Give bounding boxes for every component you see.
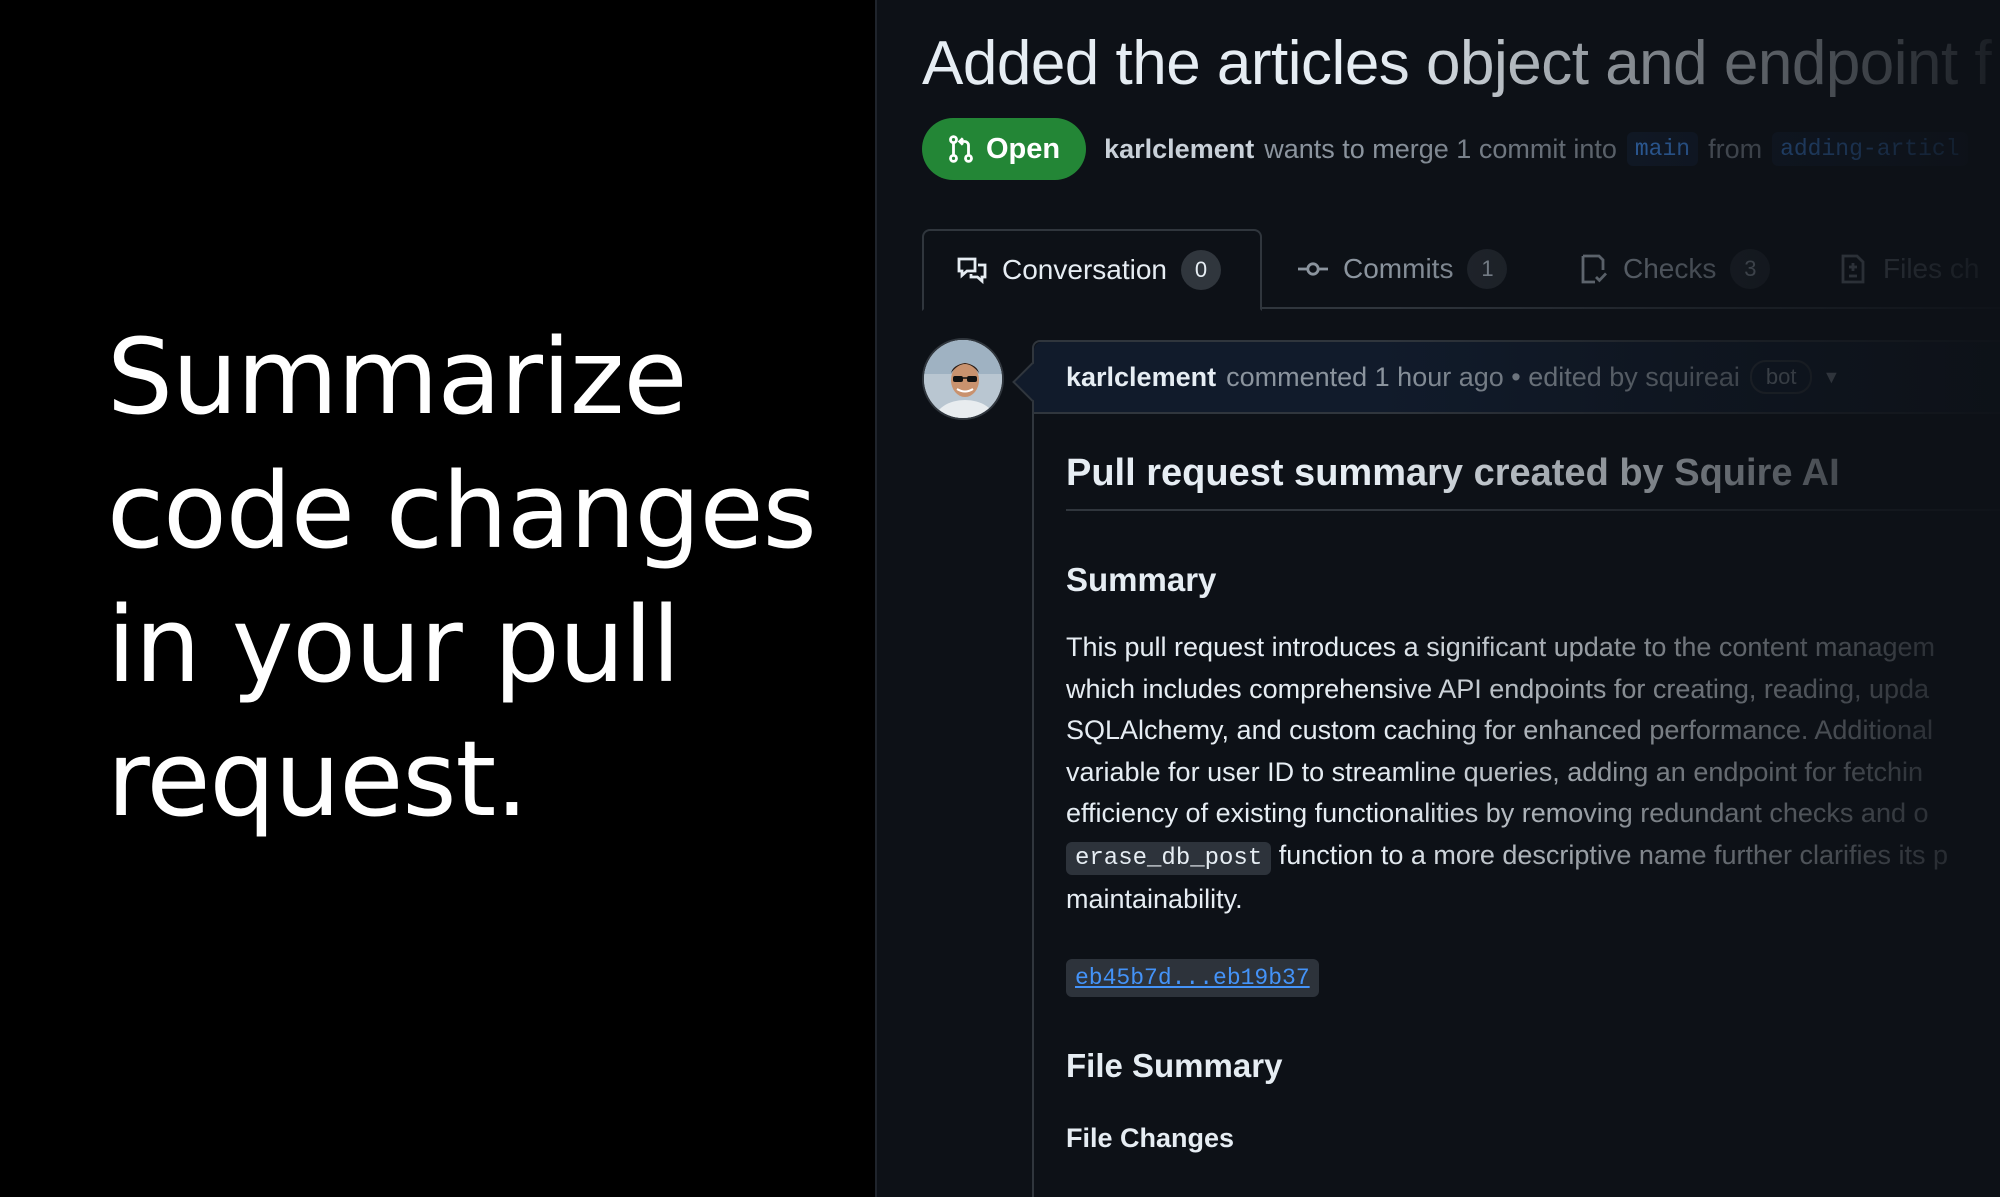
tab-checks-count: 3 <box>1730 249 1771 289</box>
promo-headline: Summarize code changes in your pull requ… <box>107 310 847 846</box>
summary-line: This pull request introduces a significa… <box>1066 632 1936 662</box>
tab-commits[interactable]: Commits 1 <box>1297 229 1508 309</box>
comment-body: Pull request summary created by Squire A… <box>1066 452 2000 1154</box>
merge-info: karlclement wants to merge 1 commit into… <box>1104 132 1968 166</box>
comment-author-link[interactable]: karlclement <box>1066 362 1216 393</box>
comment-header: karlclement commented 1 hour ago • edite… <box>1034 342 2000 414</box>
avatar[interactable] <box>922 338 1004 420</box>
summary-line-6-text: function to a more descriptive name furt… <box>1278 839 1949 870</box>
open-state-badge: Open <box>922 118 1087 180</box>
tab-files-changed[interactable]: Files ch <box>1837 229 1979 309</box>
tab-commits-count: 1 <box>1467 249 1508 289</box>
pr-author-link[interactable]: karlclement <box>1104 134 1254 165</box>
commit-range-link[interactable]: eb45b7d...eb19b37 <box>1066 958 1319 997</box>
file-summary-heading: File Summary <box>1066 1046 1283 1084</box>
tab-conversation-count: 0 <box>1180 250 1221 290</box>
comment-heading: Pull request summary created by Squire A… <box>1066 452 2000 511</box>
tab-checks-label: Checks <box>1623 253 1717 284</box>
tab-commits-label: Commits <box>1343 253 1454 284</box>
summary-paragraph: This pull request introduces a significa… <box>1066 627 2000 921</box>
headline-line-3: in your pull <box>107 584 681 706</box>
chevron-down-icon[interactable]: ▼ <box>1822 367 1840 388</box>
avatar-portrait <box>924 340 1002 418</box>
pr-state-row: Open karlclement wants to merge 1 commit… <box>922 118 1968 180</box>
tab-checks[interactable]: Checks 3 <box>1577 229 1771 309</box>
inline-code: erase_db_post <box>1066 841 1272 875</box>
from-text: from <box>1708 133 1763 164</box>
tab-conversation-label: Conversation <box>1002 254 1167 285</box>
file-diff-icon <box>1841 254 1865 284</box>
summary-line: SQLAlchemy, and custom caching for enhan… <box>1066 715 1933 745</box>
comment-discussion-icon <box>957 257 987 285</box>
summary-heading: Summary <box>1066 561 1217 598</box>
summary-line: variable for user ID to streamline queri… <box>1066 756 1923 787</box>
merge-text: wants to merge 1 commit into <box>1264 133 1617 164</box>
summary-line: which includes comprehensive API endpoin… <box>1066 673 1930 704</box>
base-branch[interactable]: main <box>1626 132 1699 166</box>
headline-line-2: code changes <box>107 450 817 572</box>
git-commit-icon <box>1298 262 1328 276</box>
promo-panel: Summarize code changes in your pull requ… <box>0 0 875 1197</box>
pr-tabs: Conversation 0 Commits 1 Checks 3 Files … <box>922 229 2000 311</box>
checklist-icon <box>1581 254 1608 284</box>
headline-line-4: request. <box>107 718 528 840</box>
git-pull-request-icon <box>949 135 973 163</box>
tab-files-changed-label: Files ch <box>1883 253 1980 284</box>
headline-line-1: Summarize <box>107 316 688 438</box>
comment-card: karlclement commented 1 hour ago • edite… <box>1032 340 2000 1197</box>
comment-meta[interactable]: commented 1 hour ago • edited by squirea… <box>1226 362 1740 393</box>
tab-conversation[interactable]: Conversation 0 <box>922 229 1262 311</box>
file-changes-heading: File Changes <box>1066 1122 1235 1153</box>
summary-line: maintainability. <box>1066 884 1243 914</box>
head-branch[interactable]: adding-articl <box>1772 132 1968 166</box>
pull-request-screenshot: Added the articles object and endpoint f… <box>875 0 2000 1197</box>
bot-badge: bot <box>1749 360 1813 394</box>
summary-line: efficiency of existing functionalities b… <box>1066 798 1929 828</box>
open-state-label: Open <box>986 132 1061 165</box>
pr-title: Added the articles object and endpoint f <box>922 29 1992 98</box>
summary-line: erase_db_post function to a more descrip… <box>1066 835 2000 880</box>
